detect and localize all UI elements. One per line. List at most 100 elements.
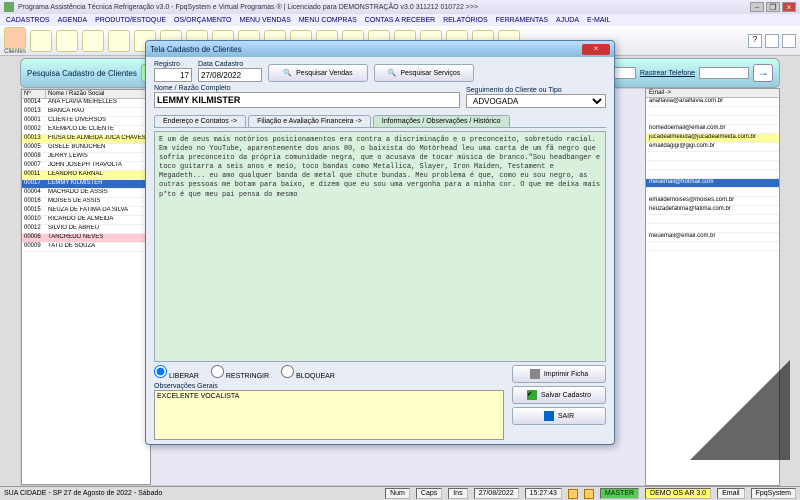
liberar-radio[interactable]: LIBERAR <box>154 365 199 380</box>
email-row[interactable]: meuemail@hotmail.com <box>646 179 779 188</box>
obs-textarea[interactable]: EXCELENTE VOCALISTA <box>154 390 504 440</box>
menu-produto[interactable]: PRODUTO/ESTOQUE <box>95 17 166 24</box>
table-row[interactable]: 00004MACHADO DE ASSIS <box>22 189 150 198</box>
client-grid[interactable]: Nº Nome / Razão Social 00014ANA FLAVIA M… <box>21 89 151 485</box>
menu-compras[interactable]: MENU COMPRAS <box>299 17 357 24</box>
main-menu: CADASTROS AGENDA PRODUTO/ESTOQUE OS/ORÇA… <box>0 14 800 26</box>
window-title: Programa Assistência Técnica Refrigeraçã… <box>18 4 478 11</box>
menu-vendas[interactable]: MENU VENDAS <box>239 17 290 24</box>
email-row[interactable] <box>646 242 779 251</box>
email-row[interactable] <box>646 116 779 125</box>
historico-textarea[interactable]: E um de seus mais notórios posicionament… <box>154 131 606 362</box>
rastrear-tel-label: Rastrear Telefone <box>640 70 695 77</box>
email-row[interactable]: meuemail@email.com.br <box>646 233 779 242</box>
table-row[interactable]: 00014ANA FLAVIA MEIRELLES <box>22 99 150 108</box>
exit-tb-icon[interactable] <box>782 34 796 48</box>
status-time: 15:27:43 <box>525 488 562 499</box>
email-row[interactable] <box>646 107 779 116</box>
tab-informacoes[interactable]: Informações / Observações / Histórico <box>373 115 510 127</box>
menu-ferramentas[interactable]: FERRAMENTAS <box>496 17 548 24</box>
status-email[interactable]: Email <box>717 488 745 499</box>
table-row[interactable]: 00010RICARDO DE ALMEIDA <box>22 216 150 225</box>
email-row[interactable]: anaflavia@anaflavia.com.br <box>646 98 779 107</box>
toolbar-icon-5[interactable] <box>108 30 130 52</box>
bloquear-radio[interactable]: BLOQUEAR <box>281 365 335 380</box>
email-row[interactable] <box>646 188 779 197</box>
pesquisar-servicos-button[interactable]: 🔍 Pesquisar Serviços <box>374 64 474 82</box>
search-icon: 🔍 <box>283 69 292 77</box>
imprimir-button[interactable]: Imprimir Ficha <box>512 365 606 383</box>
email-row[interactable]: nomedoemail@email.com.br <box>646 125 779 134</box>
tool-icon[interactable] <box>765 34 779 48</box>
minimize-button[interactable]: – <box>750 2 764 12</box>
help-icon[interactable]: ? <box>748 34 762 48</box>
status-ins: Ins <box>448 488 467 499</box>
menu-agenda[interactable]: AGENDA <box>58 17 88 24</box>
table-row[interactable]: 00001CLIENTE DIVERSOS <box>22 117 150 126</box>
print-icon <box>530 369 540 379</box>
table-row[interactable]: 00008JERRY LEWIS <box>22 153 150 162</box>
table-row[interactable]: 00009TATU DE SOUZA <box>22 243 150 252</box>
status-master: MASTER <box>600 488 639 499</box>
email-header: Email -> <box>646 89 779 98</box>
search-icon: 🔍 <box>388 69 397 77</box>
menu-email[interactable]: E-MAIL <box>587 17 610 24</box>
registro-input[interactable] <box>154 68 192 82</box>
menu-cadastros[interactable]: CADASTROS <box>6 17 50 24</box>
email-row[interactable]: emaildagigi@gigi.com.br <box>646 143 779 152</box>
maximize-button[interactable]: ❐ <box>766 2 780 12</box>
registro-label: Registro <box>154 61 192 68</box>
search-go-button[interactable]: → <box>753 64 773 82</box>
table-row[interactable]: 00007JOHN JOSEPH TRAVOLTA <box>22 162 150 171</box>
toolbar-icon-2[interactable] <box>30 30 52 52</box>
email-row[interactable] <box>646 161 779 170</box>
email-row[interactable] <box>646 215 779 224</box>
menu-ajuda[interactable]: AJUDA <box>556 17 579 24</box>
email-row[interactable]: neuzadefatima@fatima.com.br <box>646 206 779 215</box>
tab-filiacao[interactable]: Filiação e Avaliação Financeira -> <box>248 115 371 127</box>
modal-title: Tela Cadastro de Clientes <box>150 45 242 54</box>
table-row[interactable]: 00006TANCREDO NEVES <box>22 234 150 243</box>
tab-endereco[interactable]: Endereço e Contatos -> <box>154 115 246 127</box>
seguimento-label: Seguimento do Cliente ou Tipo <box>466 87 606 94</box>
grid-col-n[interactable]: Nº <box>22 90 46 98</box>
email-row[interactable] <box>646 224 779 233</box>
close-button[interactable]: × <box>782 2 796 12</box>
table-row[interactable]: 00013BIANCA RAU <box>22 108 150 117</box>
table-row[interactable]: 00012SILVIO DE ABREU <box>22 225 150 234</box>
menu-os[interactable]: OS/ORÇAMENTO <box>174 17 231 24</box>
rastrear-tel-input[interactable] <box>699 67 749 79</box>
table-row[interactable]: 00015NEUZA DE FATIMA DA SILVA <box>22 207 150 216</box>
email-row[interactable] <box>646 170 779 179</box>
modal-close-button[interactable]: × <box>582 44 610 55</box>
table-row[interactable]: 00011LEANDRO KARNAL <box>22 171 150 180</box>
pesquisar-vendas-button[interactable]: 🔍 Pesquisar Vendas <box>268 64 368 82</box>
clientes-icon[interactable] <box>4 27 26 49</box>
nome-input[interactable] <box>154 92 460 108</box>
menu-contas[interactable]: CONTAS A RECEBER <box>365 17 435 24</box>
toolbar-icon-3[interactable] <box>56 30 78 52</box>
table-row[interactable]: 00013FIUSA DE ALMEIDA JUCA CHAVES <box>22 135 150 144</box>
toolbar-icon-4[interactable] <box>82 30 104 52</box>
exit-icon <box>544 411 554 421</box>
email-row[interactable]: emaildemoises@moises.com.br <box>646 197 779 206</box>
table-row[interactable]: 00017LEMMY KILMISTER <box>22 180 150 189</box>
email-row[interactable] <box>646 152 779 161</box>
status-brand: FpqSystem <box>751 488 796 499</box>
email-row[interactable]: jucadealmeiuda@jucadealmeida.com.br <box>646 134 779 143</box>
menu-relatorios[interactable]: RELATÓRIOS <box>443 17 488 24</box>
obs-label: Observações Gerais <box>154 383 504 390</box>
table-row[interactable]: 00016MOISES DE ASSIS <box>22 198 150 207</box>
nome-label: Nome / Razão Completo <box>154 85 460 92</box>
table-row[interactable]: 00005GISELE BUNDCHEN <box>22 144 150 153</box>
status-city: SUA CIDADE - SP 27 de Agosto de 2022 - S… <box>4 490 162 497</box>
sair-button[interactable]: SAIR <box>512 407 606 425</box>
grid-col-nome[interactable]: Nome / Razão Social <box>46 90 150 98</box>
seguimento-select[interactable]: ADVOGADA <box>466 94 606 108</box>
salvar-button[interactable]: ✔Salvar Cadastro <box>512 386 606 404</box>
restringir-radio[interactable]: RESTRINGIR <box>211 365 269 380</box>
table-row[interactable]: 00002EXEMPLO DE CLIENTE <box>22 126 150 135</box>
clientes-label: Clientes <box>4 49 26 55</box>
data-cadastro-input[interactable] <box>198 68 262 82</box>
save-icon: ✔ <box>527 390 537 400</box>
